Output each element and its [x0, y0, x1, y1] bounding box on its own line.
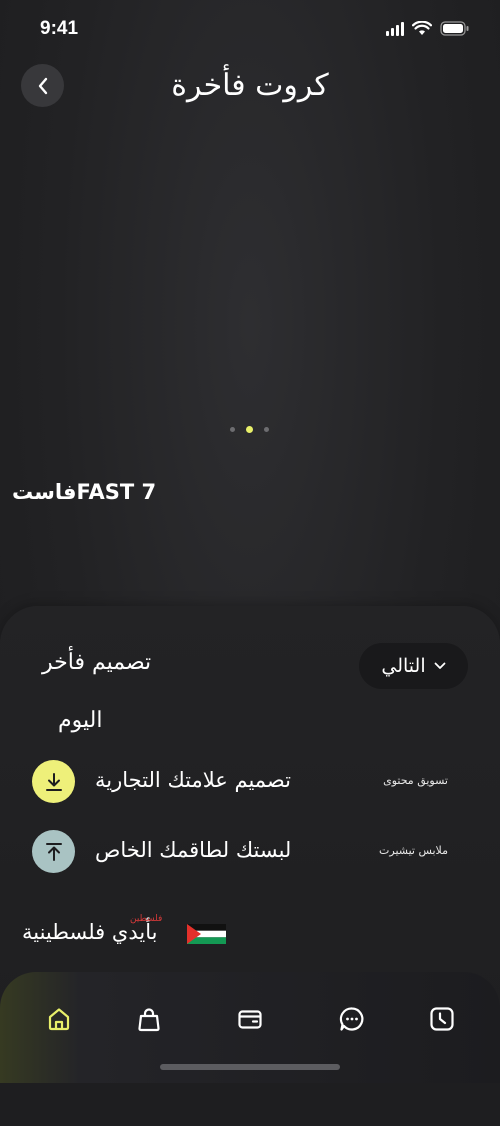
palestine-flag-icon	[187, 924, 226, 944]
next-button-label: التالي	[381, 655, 426, 677]
chat-icon	[339, 1007, 364, 1031]
carousel-dots[interactable]	[230, 426, 269, 433]
clock-icon	[430, 1007, 454, 1031]
wifi-icon	[412, 20, 432, 35]
date-label: اليوم	[58, 708, 103, 733]
chevron-down-icon	[434, 662, 446, 669]
sheet-title: تصميم فأخر	[42, 650, 152, 675]
page-title: كروت فأخرة	[171, 68, 329, 103]
list-item[interactable]: لبستك لطاقمك الخاص ملابس تيشيرت	[0, 830, 500, 890]
download-icon	[45, 772, 62, 791]
carousel-dot-active[interactable]	[246, 426, 253, 433]
home-indicator	[160, 1064, 340, 1070]
status-time: 9:41	[40, 18, 79, 39]
carousel-dot[interactable]	[264, 427, 269, 432]
battery-icon	[440, 20, 469, 36]
list-item[interactable]: تصميم علامتك التجارية تسويق محتوى	[0, 760, 500, 820]
bag-icon	[138, 1008, 160, 1032]
download-button[interactable]	[32, 760, 75, 803]
nav-messages[interactable]	[337, 1004, 367, 1034]
home-icon	[48, 1008, 70, 1031]
signal-icon	[386, 20, 404, 36]
carousel-dot[interactable]	[230, 427, 235, 432]
car-name: فاستFAST 7	[12, 480, 157, 504]
nav-history[interactable]	[427, 1004, 457, 1034]
wallet-icon	[238, 1010, 262, 1029]
list-item-category: تسويق محتوى	[383, 774, 448, 787]
upload-icon	[45, 842, 62, 861]
status-icons	[386, 20, 470, 36]
footer-tag: فلسطين	[130, 914, 163, 924]
nav-shop[interactable]	[134, 1004, 164, 1034]
upload-button[interactable]	[32, 830, 75, 873]
list-item-category: ملابس تيشيرت	[379, 844, 448, 857]
next-button[interactable]: التالي	[359, 643, 468, 689]
nav-wallet[interactable]	[235, 1004, 265, 1034]
nav-home[interactable]	[44, 1004, 74, 1034]
list-item-title: لبستك لطاقمك الخاص	[95, 838, 292, 862]
list-item-title: تصميم علامتك التجارية	[95, 768, 291, 792]
status-bar: 9:41	[0, 0, 500, 56]
